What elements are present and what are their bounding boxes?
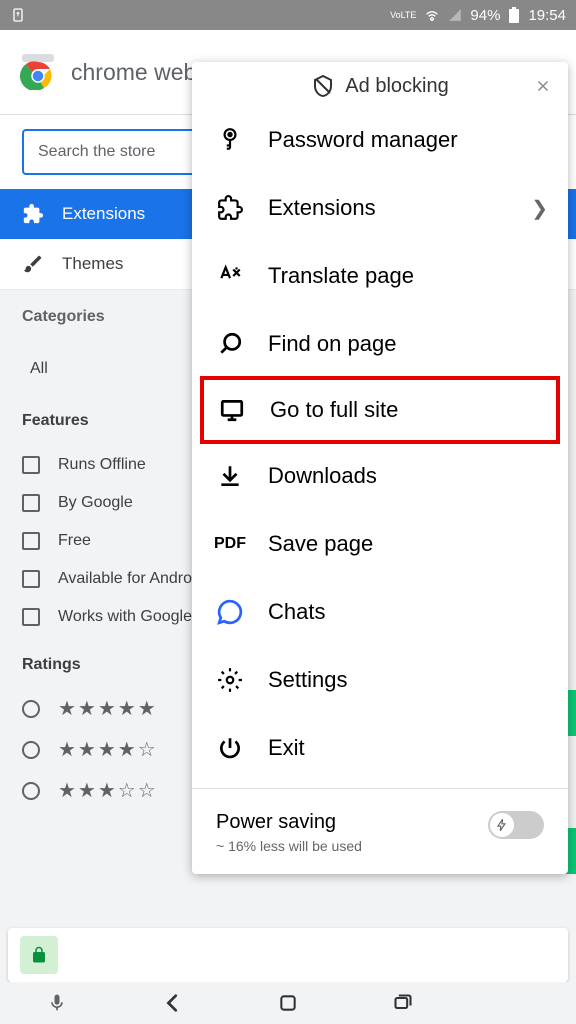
battery-percent: 94%: [470, 7, 500, 24]
download-icon: [216, 462, 244, 490]
menu-save-page[interactable]: PDF Save page: [192, 510, 568, 578]
toggle-knob: [490, 813, 514, 837]
checkbox-icon: [22, 570, 40, 588]
address-bar[interactable]: [8, 928, 568, 982]
recycle-icon: [10, 7, 26, 23]
checkbox-icon: [22, 532, 40, 550]
divider: [192, 788, 568, 789]
desktop-icon: [218, 396, 246, 424]
status-time: 19:54: [528, 7, 566, 24]
key-icon: [216, 126, 244, 154]
volte-indicator: VoLTE: [390, 11, 416, 20]
menu-chats[interactable]: Chats: [192, 578, 568, 646]
signal-icon: [448, 8, 462, 22]
home-icon[interactable]: [278, 993, 298, 1013]
bolt-icon: [495, 818, 509, 832]
menu-power-saving[interactable]: Power saving ~ 16% less will be used: [192, 795, 568, 874]
stars-icon: ★★★★☆: [58, 737, 158, 762]
battery-icon: [508, 7, 520, 23]
menu-settings[interactable]: Settings: [192, 646, 568, 714]
system-nav-bar: [0, 982, 576, 1024]
recent-icon[interactable]: [392, 993, 414, 1013]
power-saving-title: Power saving: [216, 811, 362, 834]
menu-password-manager[interactable]: Password manager: [192, 106, 568, 174]
menu-top-label: Ad blocking: [345, 75, 448, 98]
mic-icon[interactable]: [47, 993, 67, 1013]
menu-top-row[interactable]: Ad blocking: [192, 62, 568, 106]
menu-extensions[interactable]: Extensions ❯: [192, 174, 568, 242]
power-icon: [216, 734, 244, 762]
radio-icon: [22, 741, 40, 759]
status-right: VoLTE 94% 19:54: [390, 7, 566, 24]
chat-icon: [216, 598, 244, 626]
menu-full-site[interactable]: Go to full site: [200, 376, 560, 444]
checkbox-icon: [22, 456, 40, 474]
chrome-logo-icon: [20, 54, 56, 90]
shield-off-icon: [311, 74, 335, 98]
search-icon: [216, 330, 244, 358]
stars-icon: ★★★☆☆: [58, 778, 158, 803]
stars-icon: ★★★★★: [58, 696, 158, 721]
status-left: [10, 7, 26, 23]
puzzle-icon: [216, 194, 244, 222]
pdf-icon: PDF: [216, 530, 244, 558]
chevron-right-icon: ❯: [531, 196, 548, 221]
status-bar: VoLTE 94% 19:54: [0, 0, 576, 30]
puzzle-icon: [22, 203, 44, 225]
power-saving-subtitle: ~ 16% less will be used: [216, 838, 362, 854]
lock-badge[interactable]: [20, 936, 58, 974]
checkbox-icon: [22, 608, 40, 626]
gear-icon: [216, 666, 244, 694]
translate-icon: [216, 262, 244, 290]
brush-icon: [22, 253, 44, 275]
wifi-icon: [424, 7, 440, 23]
radio-icon: [22, 700, 40, 718]
lock-icon: [30, 946, 48, 964]
nav-themes-label: Themes: [62, 254, 123, 274]
back-icon[interactable]: [162, 992, 184, 1014]
radio-icon: [22, 782, 40, 800]
checkbox-icon: [22, 494, 40, 512]
nav-extensions-label: Extensions: [62, 204, 145, 224]
menu-downloads[interactable]: Downloads: [192, 442, 568, 510]
browser-menu: Ad blocking Password manager Extensions …: [192, 62, 568, 874]
power-saving-toggle[interactable]: [488, 811, 544, 839]
close-icon[interactable]: [534, 77, 552, 95]
menu-find[interactable]: Find on page: [192, 310, 568, 378]
menu-exit[interactable]: Exit: [192, 714, 568, 782]
menu-translate[interactable]: Translate page: [192, 242, 568, 310]
